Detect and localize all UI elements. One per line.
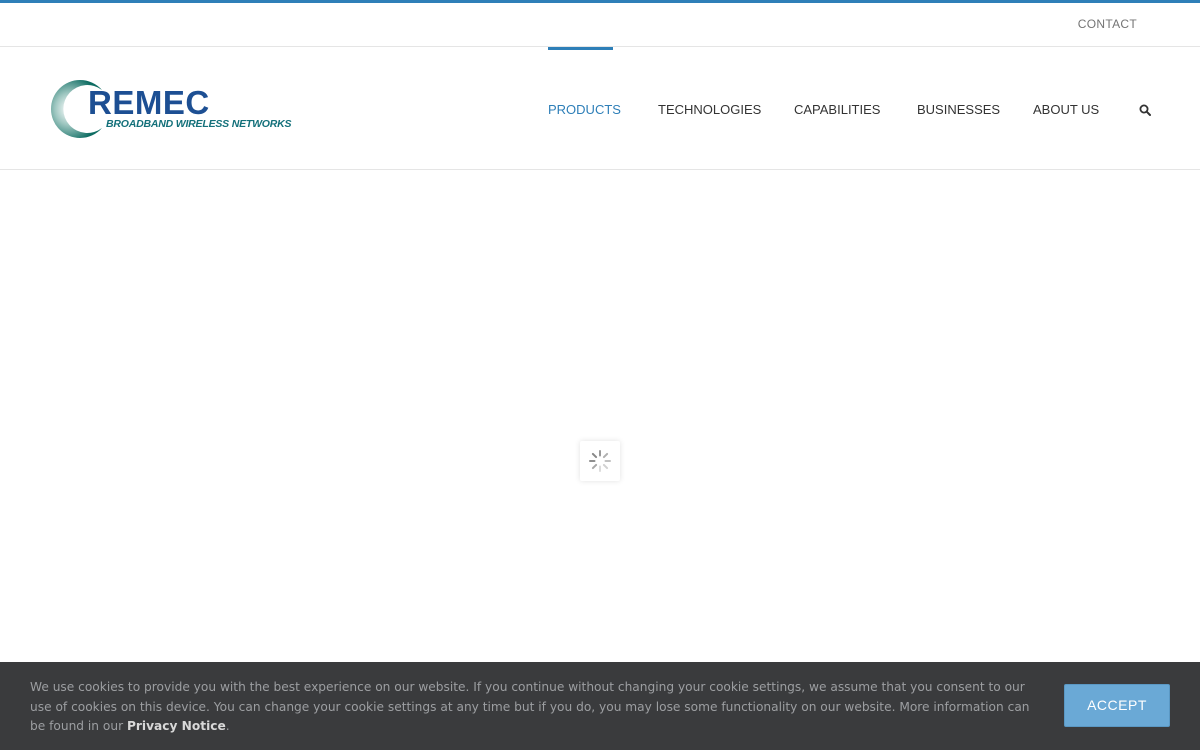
search-icon	[1139, 104, 1151, 116]
nav-item-label: PRODUCTS	[548, 102, 621, 117]
accept-cookies-button[interactable]: ACCEPT	[1064, 684, 1170, 727]
secondary-menu-bar: CONTACT	[0, 3, 1200, 47]
cookie-message: We use cookies to provide you with the b…	[30, 678, 1040, 737]
nav-item-label: CAPABILITIES	[794, 102, 881, 117]
cookie-message-suffix: .	[225, 719, 230, 733]
nav-item-label: TECHNOLOGIES	[658, 102, 762, 117]
page: CONTACT REMEC BROADBAND WIRELESS NETWORK…	[0, 0, 1200, 750]
nav-item-label: ABOUT US	[1033, 102, 1100, 117]
nav-item-label: BUSINESSES	[917, 102, 1001, 117]
spinner-icon	[589, 450, 611, 472]
main-content	[0, 170, 1200, 662]
cookie-consent-bar: We use cookies to provide you with the b…	[0, 662, 1200, 750]
search-button[interactable]	[1139, 103, 1151, 116]
loading-indicator	[580, 441, 620, 481]
site-header: REMEC BROADBAND WIRELESS NETWORKS PRODUC…	[0, 47, 1200, 170]
contact-link[interactable]: CONTACT	[1078, 17, 1137, 31]
nav-item-products[interactable]: PRODUCTS	[548, 47, 621, 169]
main-navigation: PRODUCTS TECHNOLOGIES CAPABILITIES BUSIN…	[0, 47, 1200, 169]
privacy-notice-link[interactable]: Privacy Notice	[127, 719, 226, 733]
